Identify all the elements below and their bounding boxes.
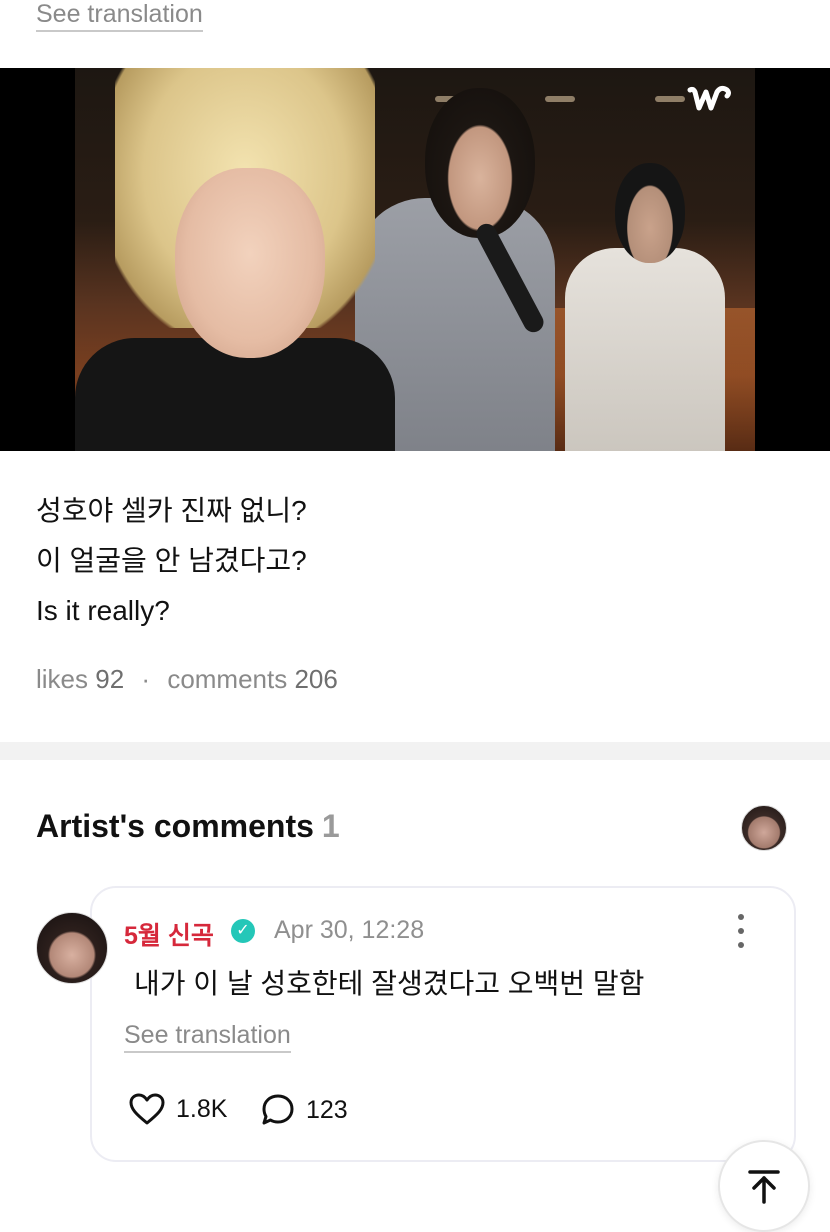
post-stats: likes 92 · comments 206 <box>36 664 338 695</box>
likes-count: 92 <box>95 664 125 694</box>
speech-bubble-icon <box>262 1094 294 1125</box>
verified-badge-icon: ✓ <box>231 919 255 943</box>
comment-author-name[interactable]: 5월 신곡 <box>124 916 214 952</box>
ceiling-light <box>545 96 575 102</box>
comments-label[interactable]: comments <box>167 664 287 694</box>
scroll-to-top-button[interactable] <box>718 1140 810 1232</box>
likes-label: likes <box>36 664 89 694</box>
stats-separator: · <box>141 664 151 694</box>
caption-line: 성호야 셀카 진짜 없니? <box>36 495 307 526</box>
section-divider <box>0 742 830 760</box>
person-right-head <box>615 163 685 263</box>
caption-line: 이 얼굴을 안 남겼다고? <box>36 545 307 576</box>
reply-button[interactable]: 123 <box>260 1092 348 1128</box>
comment-author-avatar[interactable] <box>36 912 108 984</box>
ceiling-light <box>655 96 685 102</box>
person-center-head <box>425 88 535 238</box>
artist-avatar[interactable] <box>741 805 787 851</box>
like-button[interactable]: 1.8K <box>128 1092 227 1126</box>
person-left-face <box>175 168 325 358</box>
artist-comments-heading: Artist's comments 1 <box>36 808 340 845</box>
comment-text: 내가 이 날 성호한테 잘생겼다고 오백번 말함 <box>134 968 645 999</box>
comment-see-translation-link[interactable]: See translation <box>124 1020 291 1053</box>
weverse-w-logo-icon <box>687 85 731 111</box>
video-frame-image <box>75 68 755 451</box>
artist-comments-count: 1 <box>321 808 340 844</box>
like-count: 1.8K <box>176 1094 228 1123</box>
see-translation-link[interactable]: See translation <box>36 0 203 32</box>
post-video-thumbnail[interactable] <box>0 68 830 451</box>
arrow-up-to-top-icon <box>748 1170 780 1204</box>
reply-count: 123 <box>306 1095 348 1124</box>
person-right-body <box>565 248 725 451</box>
artist-comments-title: Artist's comments <box>36 808 314 844</box>
more-vertical-icon[interactable] <box>730 914 752 948</box>
post-caption: 성호야 셀카 진짜 없니? 이 얼굴을 안 남겼다고? Is it really… <box>36 486 307 636</box>
comment-timestamp: Apr 30, 12:28 <box>274 916 425 944</box>
heart-icon <box>129 1093 165 1125</box>
caption-line: Is it really? <box>36 595 170 626</box>
comments-count[interactable]: 206 <box>294 664 337 694</box>
